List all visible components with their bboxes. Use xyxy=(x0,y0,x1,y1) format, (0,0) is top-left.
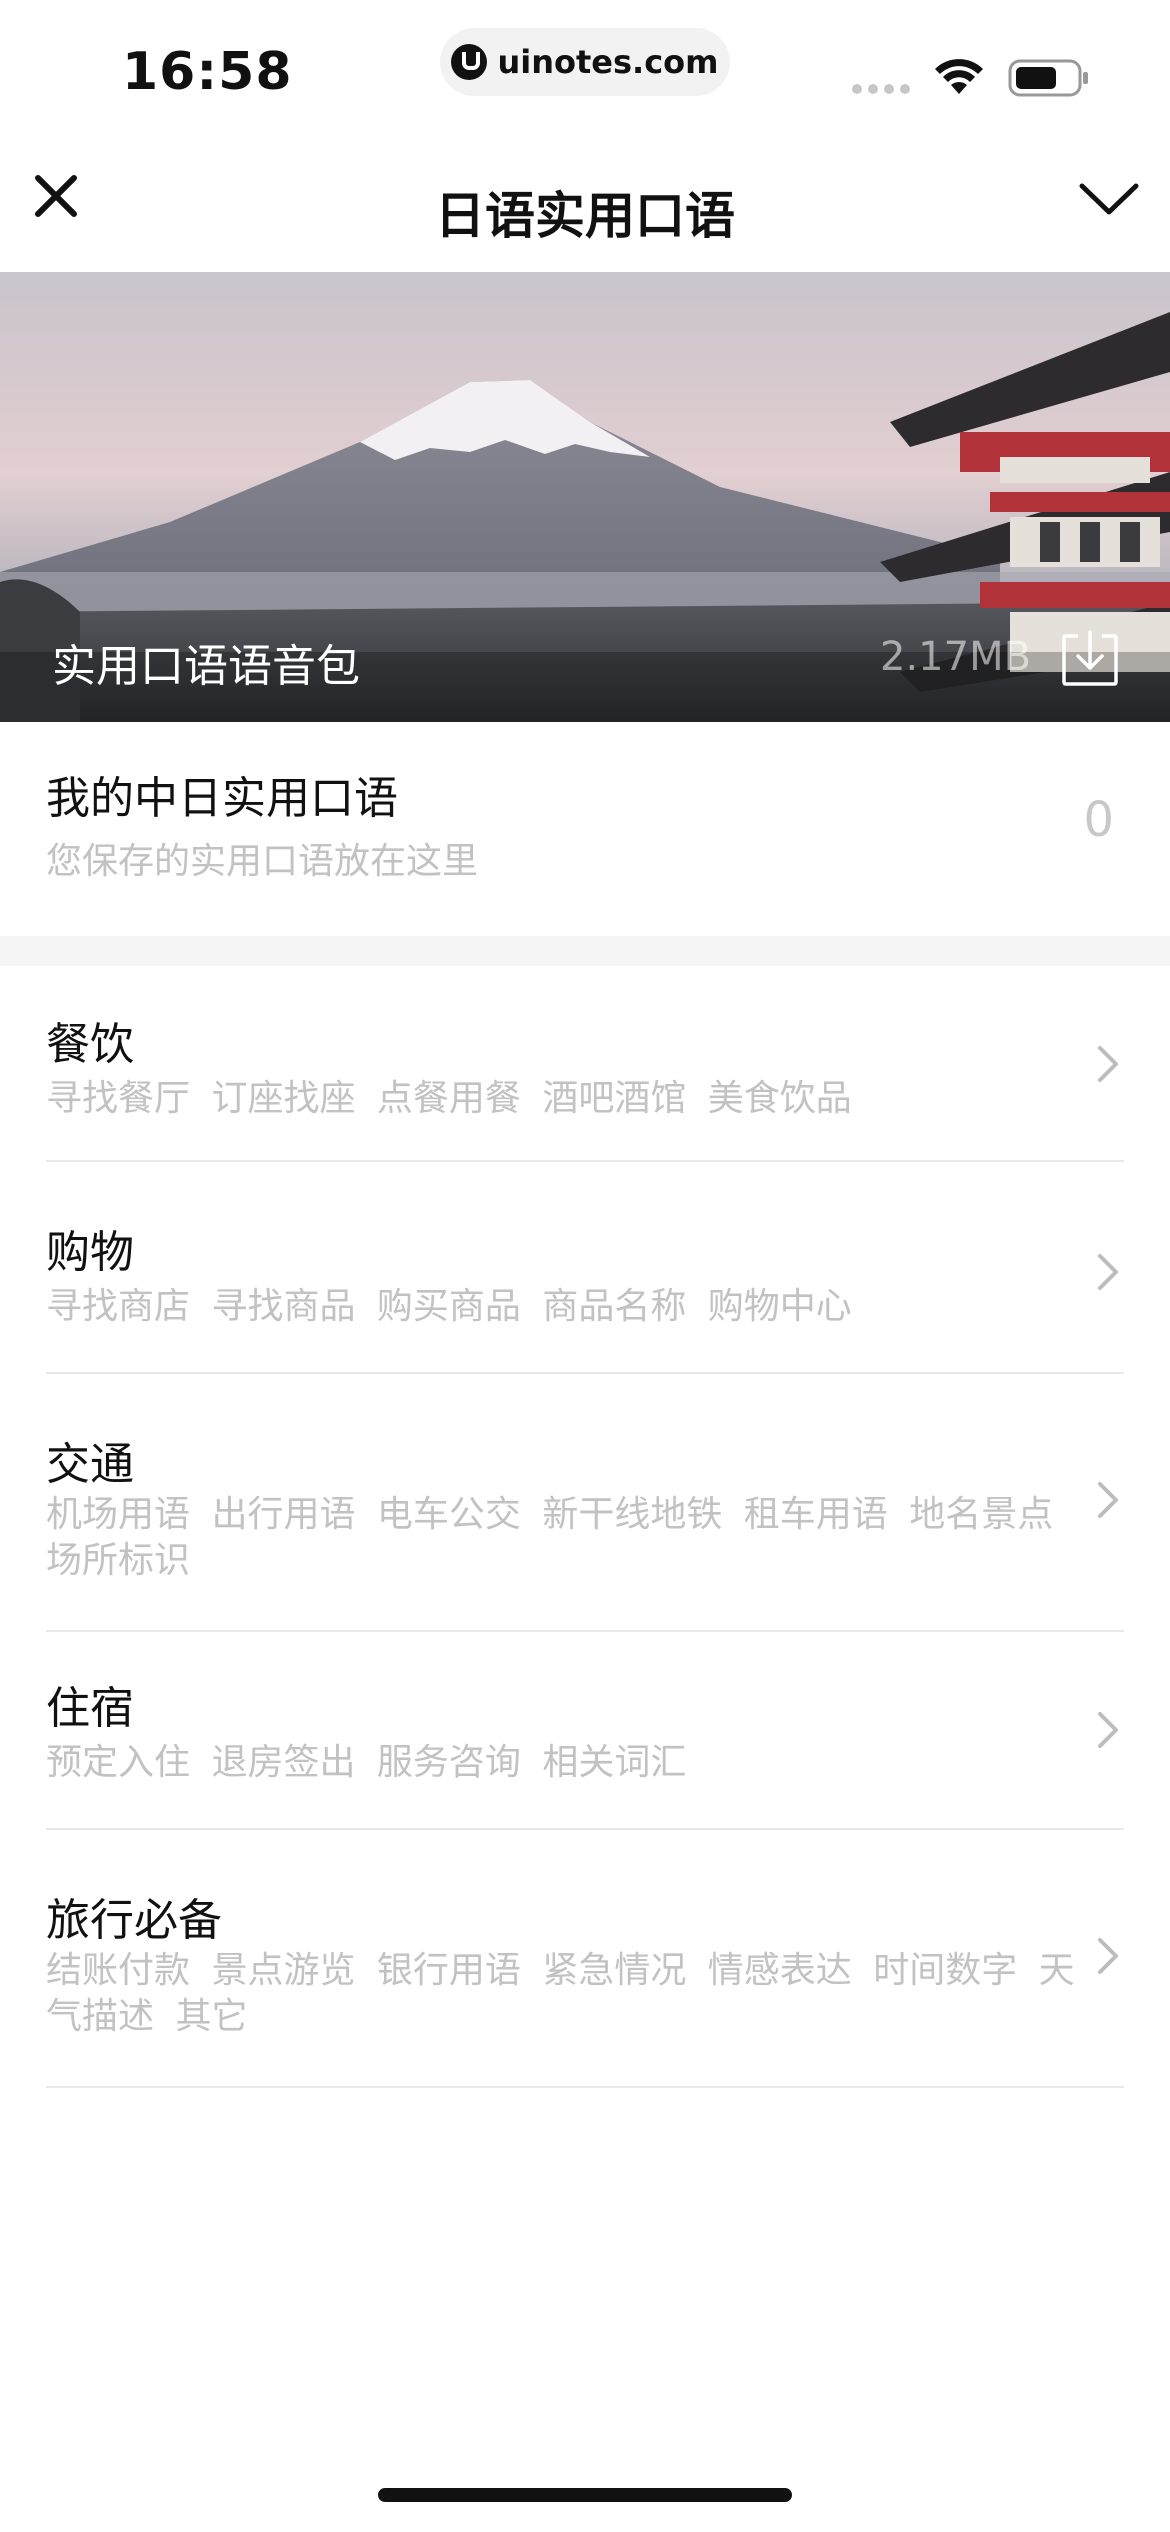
voice-pack-size: 2.17MB xyxy=(880,634,1032,680)
page-title: 日语实用口语 xyxy=(435,187,735,245)
category-desc: 结账付款 景点游览 银行用语 紧急情况 情感表达 时间数字 天气描述 其它 xyxy=(46,1950,1075,2037)
category-title: 购物 xyxy=(46,1227,134,1278)
signal-dots-icon xyxy=(852,84,910,94)
wifi-icon xyxy=(935,59,983,94)
url-text: uinotes.com xyxy=(497,43,719,81)
category-item-lodging[interactable]: 住宿 预定入住 退房签出 服务咨询 相关词汇 xyxy=(46,1632,1124,1830)
category-title: 旅行必备 xyxy=(46,1895,222,1946)
status-time: 16:58 xyxy=(122,42,293,102)
chevron-right-icon xyxy=(1098,1046,1118,1082)
category-desc: 寻找餐厅 订座找座 点餐用餐 酒吧酒馆 美食饮品 xyxy=(46,1078,852,1119)
category-item-dining[interactable]: 餐饮 寻找餐厅 订座找座 点餐用餐 酒吧酒馆 美食饮品 xyxy=(46,966,1124,1162)
nav-bar: 日语实用口语 xyxy=(0,140,1170,272)
category-desc: 预定入住 退房签出 服务咨询 相关词汇 xyxy=(46,1742,687,1783)
category-desc: 寻找商店 寻找商品 购买商品 商品名称 购物中心 xyxy=(46,1286,852,1327)
chevron-right-icon xyxy=(1098,1712,1118,1748)
site-logo-icon xyxy=(451,44,488,80)
my-saved-phrases[interactable]: 我的中日实用口语 您保存的实用口语放在这里 0 xyxy=(0,722,1170,936)
voice-pack-banner[interactable]: 实用口语语音包 2.17MB xyxy=(0,272,1170,722)
category-list: 餐饮 寻找餐厅 订座找座 点餐用餐 酒吧酒馆 美食饮品 购物 寻找商店 寻找商品… xyxy=(0,966,1170,2088)
category-desc: 机场用语 出行用语 电车公交 新干线地铁 租车用语 地名景点 场所标识 xyxy=(46,1494,1054,1581)
category-item-transport[interactable]: 交通 机场用语 出行用语 电车公交 新干线地铁 租车用语 地名景点 场所标识 xyxy=(46,1374,1124,1632)
category-title: 住宿 xyxy=(46,1683,134,1734)
category-title: 交通 xyxy=(46,1439,134,1490)
battery-icon xyxy=(1008,59,1088,97)
status-bar: 16:58 uinotes.com xyxy=(0,0,1170,140)
voice-pack-label: 实用口语语音包 xyxy=(52,641,360,692)
chevron-right-icon xyxy=(1098,1254,1118,1290)
saved-subtitle: 您保存的实用口语放在这里 xyxy=(46,841,479,882)
saved-title: 我的中日实用口语 xyxy=(46,773,398,824)
category-item-shopping[interactable]: 购物 寻找商店 寻找商品 购买商品 商品名称 购物中心 xyxy=(46,1162,1124,1374)
download-icon[interactable] xyxy=(1060,628,1120,688)
url-pill[interactable]: uinotes.com xyxy=(440,28,730,96)
chevron-right-icon xyxy=(1098,1938,1118,1974)
home-indicator xyxy=(378,2488,792,2502)
category-item-travel-essentials[interactable]: 旅行必备 结账付款 景点游览 银行用语 紧急情况 情感表达 时间数字 天气描述 … xyxy=(46,1830,1124,2088)
section-divider xyxy=(0,936,1170,966)
chevron-down-icon[interactable] xyxy=(1076,174,1142,224)
chevron-right-icon xyxy=(1098,1482,1118,1518)
saved-count: 0 xyxy=(1083,792,1114,848)
category-title: 餐饮 xyxy=(46,1019,134,1070)
